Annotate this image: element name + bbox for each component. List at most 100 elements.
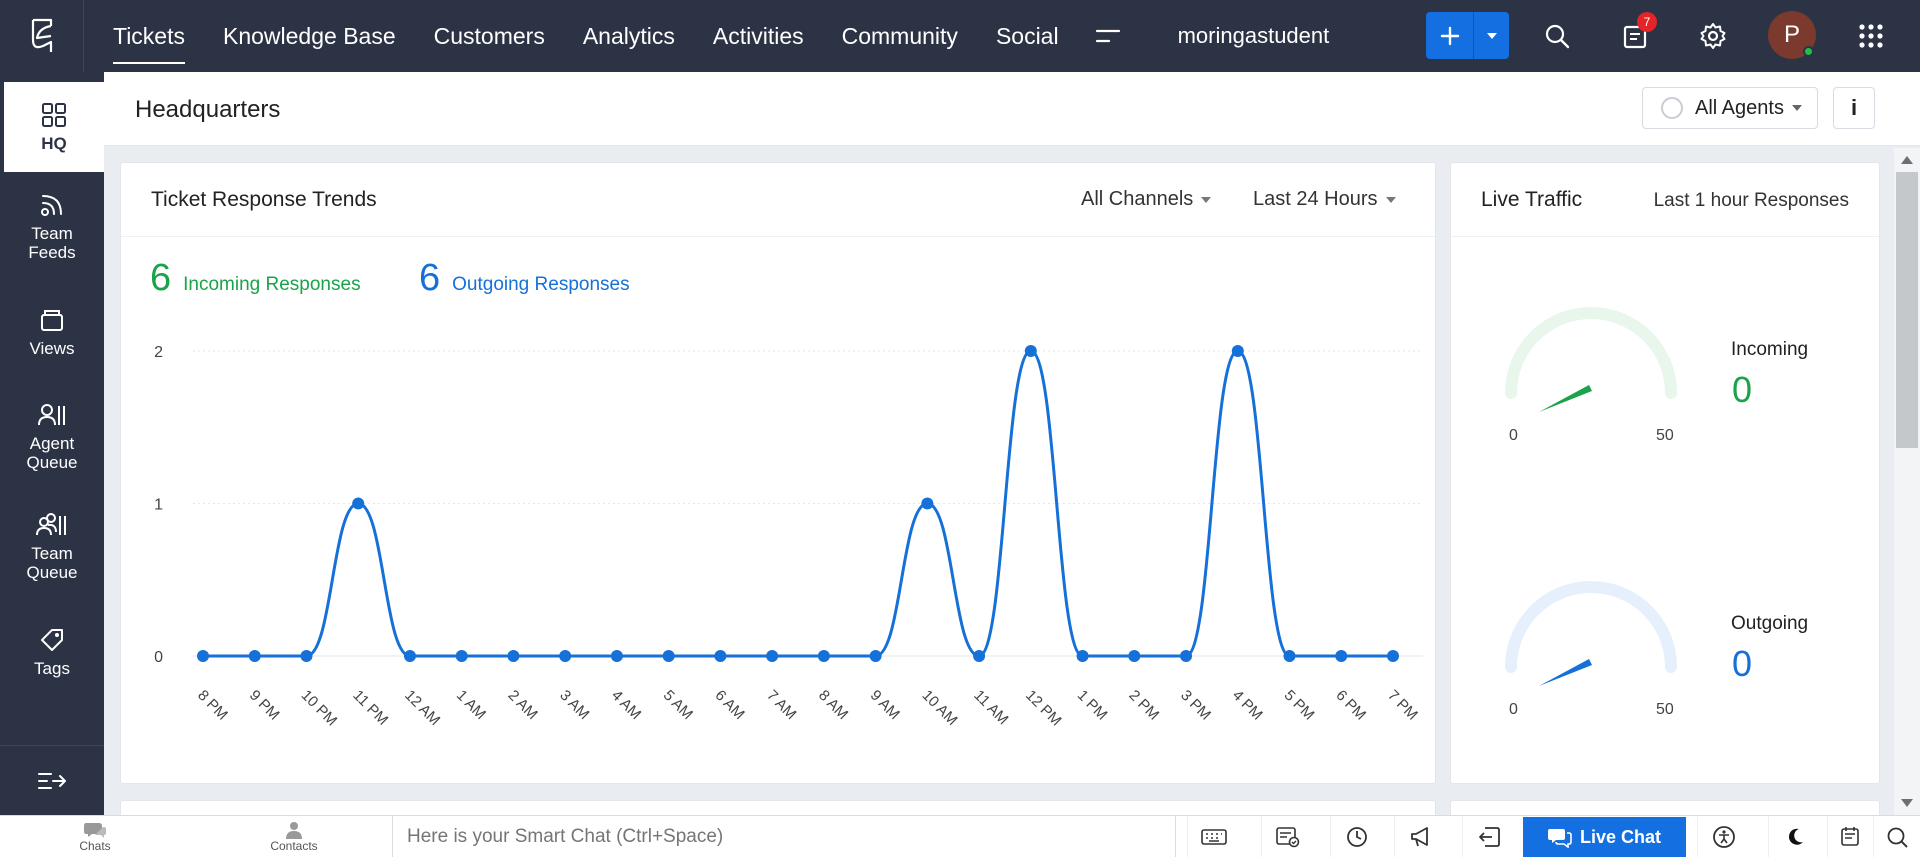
- nav-knowledge-base[interactable]: Knowledge Base: [204, 0, 415, 72]
- clock-icon[interactable]: [1330, 816, 1382, 857]
- outgoing-value: 0: [1732, 643, 1753, 684]
- outgoing-count: 6: [419, 257, 441, 299]
- y-tick-label: 0: [154, 649, 163, 666]
- nav-tickets[interactable]: Tickets: [94, 0, 204, 72]
- data-point: [1387, 650, 1399, 662]
- nav-social[interactable]: Social: [977, 0, 1078, 72]
- accessibility-icon[interactable]: [1697, 816, 1749, 857]
- outgoing-label: Outgoing: [1731, 613, 1809, 634]
- x-tick-label: 9 PM: [246, 687, 283, 724]
- time-filter-label: Last 24 Hours: [1253, 188, 1378, 210]
- agent-queue-icon: [38, 404, 65, 426]
- data-point: [197, 650, 209, 662]
- data-point: [1283, 650, 1296, 662]
- x-tick-label: 2 PM: [1125, 687, 1162, 724]
- nav-community[interactable]: Community: [823, 0, 977, 72]
- live-chat-button[interactable]: Live Chat: [1523, 817, 1686, 857]
- gear-icon[interactable]: [1693, 16, 1733, 56]
- agent-avatar-icon: [1661, 97, 1683, 119]
- moon-icon[interactable]: [1768, 816, 1820, 857]
- data-point: [662, 650, 675, 662]
- sidebar-item-label: Agent Queue: [26, 434, 78, 472]
- card-subtitle: Last 1 hour Responses: [1653, 190, 1849, 211]
- chats-label: Chats: [79, 839, 111, 853]
- outgoing-responses-stat[interactable]: 6 Outgoing Responses: [419, 257, 630, 300]
- feed-icon: [41, 195, 62, 216]
- bottom-bar: Chats Contacts Live Chat: [0, 815, 1920, 857]
- x-tick-label: 1 PM: [1074, 687, 1111, 724]
- scroll-up-icon[interactable]: [1901, 156, 1913, 164]
- card-title: Ticket Response Trends: [151, 188, 377, 211]
- main-nav: Tickets Knowledge Base Customers Analyti…: [94, 0, 1329, 72]
- gauge-max: 50: [1656, 427, 1674, 444]
- sidebar-item-tags[interactable]: Tags: [0, 602, 104, 702]
- sidebar-item-label: Team Feeds: [28, 224, 76, 262]
- search-icon[interactable]: [1537, 16, 1577, 56]
- notification-icon[interactable]: 7: [1615, 12, 1657, 56]
- live-traffic-card: Live Traffic Last 1 hour Responses 0 50 …: [1450, 162, 1880, 784]
- caret-down-icon[interactable]: [1474, 12, 1509, 59]
- nav-analytics[interactable]: Analytics: [564, 0, 694, 72]
- smart-chat-input[interactable]: [392, 816, 1176, 857]
- outgoing-label: Outgoing Responses: [452, 274, 630, 295]
- sidebar-item-views[interactable]: Views: [0, 282, 104, 382]
- avatar[interactable]: P: [1768, 11, 1816, 59]
- live-chat-label: Live Chat: [1579, 827, 1662, 847]
- x-tick-label: 7 AM: [763, 687, 799, 723]
- data-point: [869, 650, 882, 662]
- keyboard-icon[interactable]: [1187, 816, 1239, 857]
- x-tick-label: 5 AM: [660, 687, 696, 723]
- data-point: [610, 650, 623, 662]
- apps-grid-icon[interactable]: [1851, 16, 1891, 56]
- megaphone-icon[interactable]: [1394, 816, 1446, 857]
- team-queue-icon: [36, 513, 66, 536]
- ticket-response-trends-card: Ticket Response Trends All Channels Last…: [120, 162, 1436, 784]
- info-button[interactable]: i: [1833, 87, 1875, 129]
- sidebar-item-agent-queue[interactable]: Agent Queue: [0, 382, 104, 492]
- incoming-responses-stat[interactable]: 6 Incoming Responses: [150, 257, 361, 300]
- more-tabs-icon[interactable]: [1088, 0, 1128, 72]
- all-agents-dropdown[interactable]: All Agents: [1642, 87, 1818, 129]
- channel-filter-label: All Channels: [1081, 188, 1194, 210]
- time-filter-dropdown[interactable]: Last 24 Hours: [1253, 188, 1396, 211]
- transfer-icon[interactable]: [1462, 816, 1514, 857]
- chats-button[interactable]: Chats: [60, 816, 130, 857]
- chevron-down-icon: [1791, 105, 1802, 111]
- channel-filter-dropdown[interactable]: All Channels: [1081, 188, 1212, 211]
- sidebar-item-hq[interactable]: HQ: [0, 82, 104, 172]
- notes-icon[interactable]: [1827, 816, 1873, 857]
- data-point: [1335, 650, 1348, 662]
- data-point: [817, 650, 830, 662]
- x-tick-label: 11 AM: [970, 687, 1011, 728]
- sidebar-item-team-queue[interactable]: Team Queue: [0, 492, 104, 602]
- top-navigation-bar: Tickets Knowledge Base Customers Analyti…: [0, 0, 1920, 72]
- search-icon[interactable]: [1873, 816, 1920, 857]
- nav-activities[interactable]: Activities: [694, 0, 823, 72]
- org-name[interactable]: moringastudent: [1178, 23, 1330, 49]
- y-tick-label: 1: [154, 497, 163, 514]
- sidebar-expand-icon[interactable]: [0, 745, 104, 815]
- x-tick-label: 12 PM: [1022, 687, 1065, 730]
- sidebar-item-label: Tags: [34, 658, 70, 678]
- sidebar-item-label: Views: [29, 338, 75, 358]
- page-scrollbar[interactable]: [1894, 148, 1920, 815]
- card-header: Live Traffic Last 1 hour Responses: [1451, 163, 1879, 237]
- plus-icon[interactable]: [1426, 12, 1474, 59]
- incoming-gauge: [1505, 307, 1677, 412]
- data-point: [1076, 650, 1089, 662]
- x-tick-label: 10 AM: [919, 687, 961, 729]
- checklist-icon[interactable]: [1261, 816, 1313, 857]
- scrollbar-thumb[interactable]: [1896, 172, 1918, 448]
- contacts-button[interactable]: Contacts: [258, 816, 330, 857]
- left-sidebar: HQ Team Feeds Views Agent Queue Team Que…: [0, 72, 104, 815]
- x-tick-label: 3 PM: [1177, 687, 1214, 724]
- sidebar-item-label: Team Queue: [26, 544, 78, 582]
- data-point: [455, 650, 468, 662]
- x-tick-label: 2 AM: [505, 687, 541, 723]
- x-tick-label: 1 AM: [453, 687, 489, 723]
- sidebar-item-team-feeds[interactable]: Team Feeds: [0, 172, 104, 282]
- scroll-down-icon[interactable]: [1901, 799, 1913, 807]
- nav-customers[interactable]: Customers: [415, 0, 564, 72]
- zoho-desk-logo-icon[interactable]: [0, 0, 84, 72]
- add-new-button[interactable]: [1426, 12, 1509, 59]
